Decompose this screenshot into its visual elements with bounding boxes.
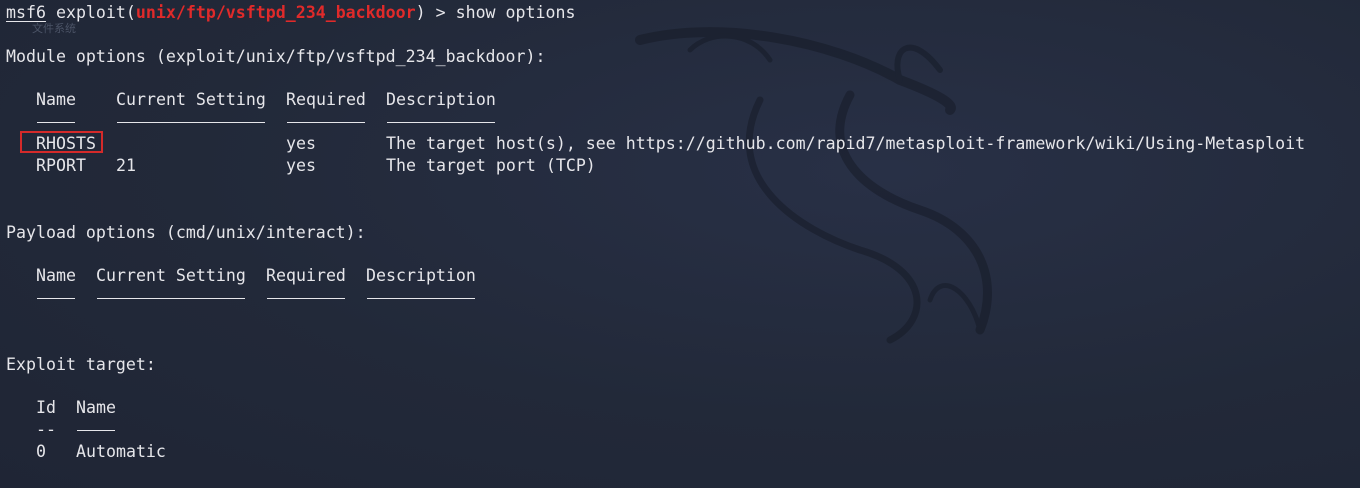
payload-header-required: Required <box>266 266 346 285</box>
payload-header-name-rule <box>37 298 75 299</box>
module-header-required-rule <box>287 122 365 123</box>
module-header-name-rule <box>37 122 75 123</box>
prompt-name: msf6 <box>6 3 46 22</box>
option-description: The target host(s), see https://github.c… <box>386 134 1306 153</box>
option-required: yes <box>286 156 316 175</box>
module-path: unix/ftp/vsftpd_234_backdoor <box>135 3 416 22</box>
option-setting: 21 <box>116 156 136 175</box>
payload-header-name: Name <box>36 266 76 285</box>
option-name: RPORT <box>36 156 86 175</box>
target-id: 0 <box>36 442 46 461</box>
option-required: yes <box>286 134 316 153</box>
target-header-name-rule <box>77 430 115 431</box>
module-header-name: Name <box>36 90 76 109</box>
module-header-setting-rule <box>117 122 265 123</box>
option-description: The target port (TCP) <box>386 156 596 175</box>
terminal-output: msf6 exploit(unix/ftp/vsftpd_234_backdoo… <box>6 0 1360 488</box>
payload-header-description-rule <box>367 298 475 299</box>
module-header-setting: Current Setting <box>116 90 266 109</box>
target-header-id: Id <box>36 398 56 417</box>
payload-header-setting: Current Setting <box>96 266 246 285</box>
target-name: Automatic <box>76 442 166 461</box>
payload-header-description: Description <box>366 266 476 285</box>
module-options-heading: Module options (exploit/unix/ftp/vsftpd_… <box>6 47 546 66</box>
module-header-description-rule <box>387 122 495 123</box>
module-header-description: Description <box>386 90 496 109</box>
command-prefix: exploit( <box>45 3 136 22</box>
payload-options-heading: Payload options (cmd/unix/interact): <box>6 223 366 242</box>
command-line: msf6 exploit(unix/ftp/vsftpd_234_backdoo… <box>6 2 575 24</box>
payload-header-required-rule <box>267 298 345 299</box>
payload-header-setting-rule <box>97 298 245 299</box>
target-header-name: Name <box>76 398 116 417</box>
command-suffix: ) > show options <box>415 3 576 22</box>
module-header-required: Required <box>286 90 366 109</box>
exploit-target-heading: Exploit target: <box>6 355 156 374</box>
rhosts-highlight-box <box>20 131 103 153</box>
target-header-id-rule: -- <box>36 420 56 439</box>
